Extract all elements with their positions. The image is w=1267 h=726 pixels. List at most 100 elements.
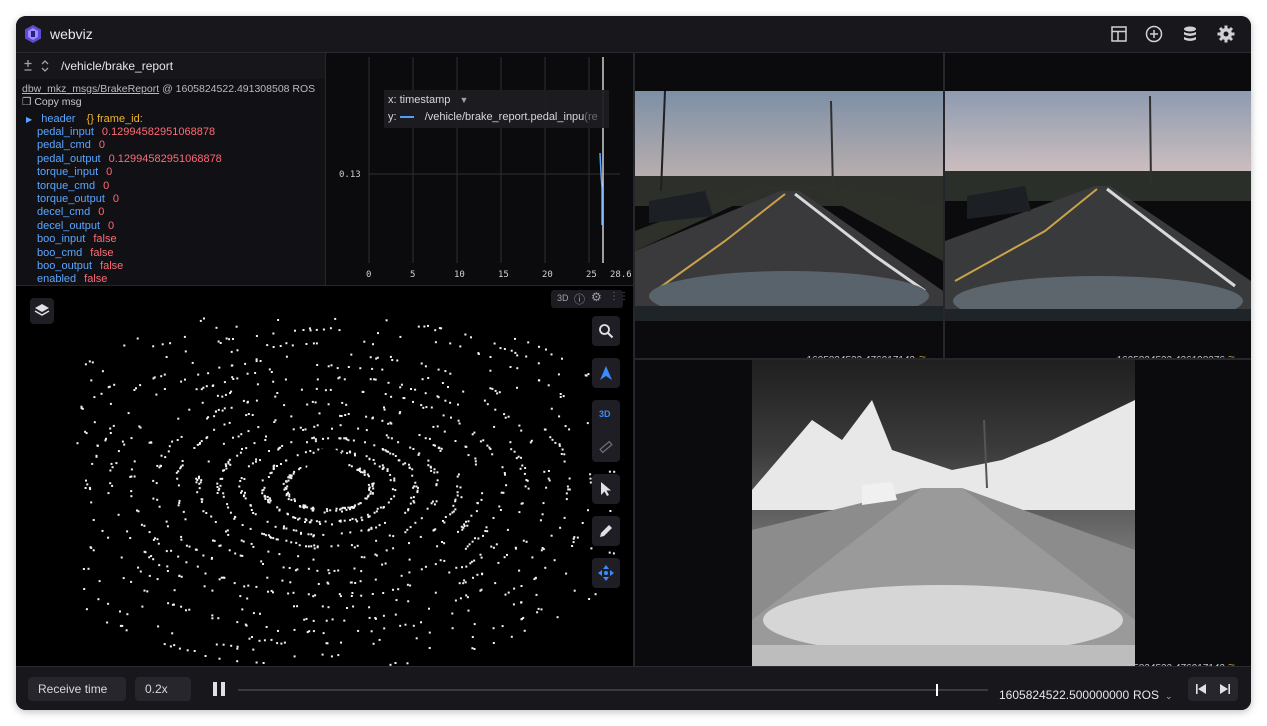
select-tool-button[interactable] xyxy=(592,474,620,504)
x-tick-label: 20 xyxy=(542,270,553,280)
current-time-readout[interactable]: 1605824522.500000000 xyxy=(999,688,1129,702)
camera-right-panel[interactable]: 1605824522.426198276 ≈ xyxy=(945,53,1251,366)
seek-forward-icon[interactable] xyxy=(1219,683,1231,695)
field-key: pedal_output xyxy=(37,152,101,165)
x-tick-label: 28.6 xyxy=(610,270,632,280)
x-axis-selector[interactable]: x: timestamp ▼ xyxy=(388,94,468,106)
field-key: torque_input xyxy=(37,166,99,179)
field-value: {} frame_id: xyxy=(86,113,143,125)
y-label: y: xyxy=(388,111,397,123)
field-value: 0.12994582951068878 xyxy=(108,152,222,165)
pause-icon xyxy=(213,682,225,696)
x-label: x: xyxy=(388,94,397,106)
thermal-image xyxy=(752,360,1135,666)
chevron-down-icon: ▼ xyxy=(459,95,469,105)
panel-settings-icon[interactable]: ⚙ xyxy=(591,290,602,304)
field-row-pedal-input[interactable]: pedal_input 0.12994582951068878 xyxy=(37,126,215,138)
cursor-arrow-icon xyxy=(601,482,611,496)
database-icon[interactable] xyxy=(1180,24,1200,44)
field-row-boo-cmd[interactable]: boo_cmd false xyxy=(37,247,114,259)
field-key: torque_cmd xyxy=(37,179,96,192)
thermal-camera-panel[interactable]: 1605824522.476017142 ≈ xyxy=(635,360,1251,674)
scrubber-progress xyxy=(238,689,936,691)
layers-button[interactable] xyxy=(30,298,54,324)
field-key: boo_output xyxy=(37,260,93,272)
speed-value: 0.2x xyxy=(145,682,168,696)
seek-backward-icon[interactable] xyxy=(1195,683,1207,695)
field-row-boo-input[interactable]: boo_input false xyxy=(37,233,117,245)
move-tool-button[interactable] xyxy=(592,558,620,588)
field-row-decel-output[interactable]: decel_output 0 xyxy=(37,220,114,232)
x-tick-label: 10 xyxy=(454,270,465,280)
field-value: 0 xyxy=(106,166,113,179)
3d-mode-label[interactable]: 3D xyxy=(599,409,611,419)
field-key: pedal_input xyxy=(37,126,94,138)
draw-tool-button[interactable] xyxy=(592,516,620,546)
plot-legend: x: timestamp ▼ y: /vehicle/brake_report.… xyxy=(384,90,609,128)
camera-mode-toggle[interactable]: 3D xyxy=(592,400,620,462)
drag-handle-icon[interactable]: ⋮⋮ xyxy=(609,291,629,302)
pencil-icon xyxy=(600,525,612,537)
y-series-suffix: (re xyxy=(584,111,598,123)
time-mode-select[interactable]: Receive time ⌄ xyxy=(28,677,126,710)
field-row-decel-cmd[interactable]: decel_cmd 0 xyxy=(37,206,104,218)
settings-gear-icon[interactable] xyxy=(1216,24,1236,44)
3d-pointcloud-panel[interactable]: 3D ⓘ ⚙ ⋮⋮ 3D xyxy=(16,286,633,666)
speed-select[interactable]: 0.2x ⌄ xyxy=(135,677,191,710)
panel-divider[interactable] xyxy=(16,285,633,286)
copy-msg-label: Copy msg xyxy=(34,96,82,108)
field-key: torque_output xyxy=(37,193,105,205)
camera-left-panel[interactable]: 1605824522.476017142 ≈ xyxy=(635,53,943,366)
search-button[interactable] xyxy=(592,316,620,346)
search-icon xyxy=(599,324,614,339)
sort-updown-icon[interactable] xyxy=(40,58,50,74)
layout-icon[interactable] xyxy=(1109,24,1129,44)
x-tick-label: 0 xyxy=(366,270,371,280)
field-row-torque-input[interactable]: torque_input 0 xyxy=(37,166,112,178)
scrubber-handle[interactable] xyxy=(935,684,938,696)
field-row-torque-cmd[interactable]: torque_cmd 0 xyxy=(37,180,109,192)
y-series-row[interactable]: y: /vehicle/brake_report.pedal_inpu(re xyxy=(388,111,598,123)
y-series-path: /vehicle/brake_report.pedal_inpu xyxy=(424,111,585,123)
playback-scrubber[interactable] xyxy=(238,684,988,696)
field-value: 0 xyxy=(108,219,115,232)
pause-button[interactable] xyxy=(211,681,227,697)
field-key: decel_output xyxy=(37,219,100,232)
field-key: boo_input xyxy=(37,233,86,246)
plot-svg[interactable]: 0 5 10 15 20 25 28.6 0.13 xyxy=(326,53,633,285)
3d-badge: 3D xyxy=(557,293,569,303)
playback-bar: Receive time ⌄ 0.2x ⌄ 1605824522.500000000… xyxy=(16,666,1251,710)
chevron-down-icon: ⌄ xyxy=(1165,691,1173,701)
time-format-value: ROS xyxy=(1133,688,1160,702)
field-row-pedal-cmd[interactable]: pedal_cmd 0 xyxy=(37,139,105,151)
pedal-input-series-line xyxy=(599,152,603,225)
copy-msg-button[interactable]: ❐ Copy msg xyxy=(22,96,82,108)
topic-input[interactable]: /vehicle/brake_report xyxy=(61,59,173,73)
follow-orientation-button[interactable] xyxy=(592,358,620,388)
expand-all-icon[interactable] xyxy=(22,59,34,73)
time-format-select[interactable]: ROS ⌄ xyxy=(1133,688,1173,702)
navigate-arrow-icon xyxy=(600,366,612,380)
x-tick-label: 15 xyxy=(498,270,509,280)
receive-stamp: @ 1605824522.491308508 ROS xyxy=(162,83,316,95)
field-key: decel_cmd xyxy=(37,206,91,219)
header-row[interactable]: ▶ header {} frame_id: xyxy=(26,113,143,125)
seek-controls xyxy=(1188,677,1238,701)
field-value: 0 xyxy=(112,193,120,205)
help-icon[interactable]: ⓘ xyxy=(574,291,585,307)
pointcloud-view[interactable] xyxy=(16,286,633,666)
ruler-icon[interactable] xyxy=(599,440,613,454)
datatype-link[interactable]: dbw_mkz_msgs/BrakeReport xyxy=(22,83,159,95)
x-tick-label: 25 xyxy=(586,270,597,280)
field-row-pedal-output[interactable]: pedal_output 0.12994582951068878 xyxy=(37,153,222,165)
field-row-boo-output[interactable]: boo_output false xyxy=(37,260,123,272)
expand-arrow-icon[interactable]: ▶ xyxy=(26,115,32,124)
plot-panel: 0 5 10 15 20 25 28.6 0.13 x: timestamp ▼ y: /v… xyxy=(326,53,633,285)
panel-divider[interactable] xyxy=(943,53,945,358)
add-panel-icon[interactable] xyxy=(1144,24,1164,44)
raw-messages-header: /vehicle/brake_report xyxy=(16,53,325,79)
field-row-torque-output[interactable]: torque_output 0 xyxy=(37,193,119,205)
field-row-enabled[interactable]: enabled false xyxy=(37,273,107,285)
field-key: boo_cmd xyxy=(37,246,83,259)
y-tick-label: 0.13 xyxy=(339,170,361,180)
